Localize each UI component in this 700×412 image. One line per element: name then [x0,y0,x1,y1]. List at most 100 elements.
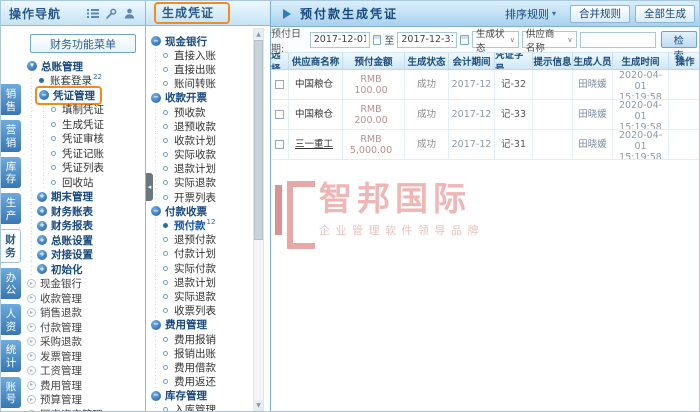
status-select[interactable]: 生成状态 ∨ [471,29,519,54]
module-tab[interactable]: 账号 [1,376,21,408]
column-header[interactable]: 操作 [669,53,699,69]
scroll-up-icon[interactable]: ▲ [254,29,263,39]
tree-item[interactable]: 费用管理 [146,318,270,332]
tree-item[interactable]: 采购退款 [22,335,145,350]
module-tab[interactable]: 营销 [1,120,21,152]
tree-item[interactable]: 报销出账 [146,346,270,361]
calendar-icon[interactable] [460,34,469,45]
tree-item[interactable]: 预算管理 [22,393,145,408]
tree-item[interactable]: 凭证审核 [22,131,145,146]
tree-item[interactable]: 财务报表 [22,218,145,233]
tree-item[interactable]: 实际退款 [146,289,270,304]
tree-item[interactable]: 退款计划 [146,161,270,176]
sort-rule-dropdown[interactable]: 排序规则 ▾ [505,6,556,22]
tree-item[interactable]: 预收款 [146,104,270,120]
tree-item[interactable]: 生成凭证 [22,117,145,132]
list-icon[interactable] [87,8,99,18]
module-tab[interactable]: 统计 [1,340,21,372]
content-panel: 预付款生成凭证 排序规则 ▾ 合并规则 全部生成 预付日期: 至 生成状态 ∨ … [271,1,699,411]
tree-item[interactable]: 账间转账 [146,76,270,91]
tree-item[interactable]: 收款开票 [146,91,270,105]
merge-rule-button[interactable]: 合并规则 [570,4,630,23]
row-checkbox[interactable] [275,140,284,149]
column-header[interactable]: 生成时间 [613,53,669,69]
period-cell: 2017-12 [449,130,495,159]
scrollbar[interactable]: ▲ ▼ [253,28,264,411]
module-tab[interactable]: 财务 [1,229,21,263]
supplier-cell[interactable]: 中国粮仓 [289,70,343,99]
tree-item[interactable]: 退预收款 [146,119,270,134]
row-checkbox[interactable] [275,80,284,89]
tree-item[interactable]: 实际收款 [146,147,270,162]
module-tab[interactable]: 人资 [1,303,21,336]
tree-item[interactable]: 总账管理 [22,59,145,74]
tree-item[interactable]: 费用借款 [146,360,270,375]
column-header[interactable]: 预付金额 [343,53,405,69]
user-icon[interactable] [124,8,135,19]
tree-item[interactable]: 凭证管理 [22,85,145,105]
column-header[interactable]: 生成状态 [405,53,449,69]
tree-item[interactable]: 总账设置 [22,233,145,248]
module-tab[interactable]: 办公 [1,267,21,299]
tree-item[interactable]: 固定资产管理 [22,407,145,411]
tree-item[interactable]: 现金银行 [22,277,145,292]
tree-item[interactable]: 现金银行 [146,34,270,48]
tree-item[interactable]: 费用报销 [146,331,270,347]
tree-item[interactable]: 预付款 12 [146,218,270,233]
tree-item[interactable]: 退款计划 [146,275,270,290]
tree-item[interactable]: 期末管理 [22,189,145,204]
calendar-icon[interactable] [372,34,382,45]
scroll-down-icon[interactable]: ▼ [254,400,263,410]
column-header[interactable]: 提示信息 [533,53,573,69]
tree-item[interactable]: 对接设置 [22,247,145,262]
column-header[interactable]: 会计期间 [449,53,495,69]
supplier-cell[interactable]: 三一重工 [289,130,343,159]
date-to-input[interactable] [397,31,458,48]
wrench-icon[interactable] [106,8,117,19]
tree-item[interactable]: 凭证记账 [22,146,145,161]
module-tab[interactable]: 库存 [1,156,21,188]
tree-node-icon [163,237,168,243]
finance-menu-button[interactable]: 财务功能菜单 [30,34,136,53]
tree-item[interactable]: 库存管理 [146,389,270,403]
supplier-cell[interactable]: 中国粮仓 [289,100,343,129]
tree-item[interactable]: 付款计划 [146,246,270,261]
column-header[interactable]: 生成人员 [573,53,613,69]
module-tab[interactable]: 销售 [1,84,21,116]
tree-item[interactable]: 收票列表 [146,303,270,318]
tree-item[interactable]: 财务账表 [22,204,145,219]
tree-item[interactable]: 初始化 [22,262,145,277]
column-header[interactable]: 选择 [271,53,289,69]
tree-item[interactable]: 费用返还 [146,374,270,389]
generate-all-button[interactable]: 全部生成 [635,4,695,23]
tree-item[interactable]: 入库管理 [146,402,270,411]
keyword-input[interactable] [579,31,656,48]
tree-item[interactable]: 收款计划 [146,133,270,148]
tree-item[interactable]: 发票管理 [22,349,145,364]
tree-item[interactable]: 收款管理 [22,291,145,306]
tree-item[interactable]: 费用管理 [22,378,145,393]
column-header[interactable]: 凭证字号 [495,53,533,69]
tree-item[interactable]: 凭证列表 [22,160,145,175]
tree-item[interactable]: 工资管理 [22,364,145,379]
row-checkbox[interactable] [275,110,284,119]
tree-node-icon [37,235,47,246]
tree-item[interactable]: 实际退款 [146,175,270,191]
tree-item[interactable]: 付款收票 [146,204,270,218]
tree-item[interactable]: 开票列表 [146,190,270,205]
module-tab[interactable]: 生产 [1,192,21,225]
tree-item[interactable]: 退预付款 [146,232,270,247]
panel-collapse-handle[interactable]: ◂ [146,173,153,201]
tree-item[interactable]: 直接出账 [146,62,270,77]
tree-item[interactable]: 付款管理 [22,320,145,335]
search-button[interactable]: 检索 [660,31,697,62]
tree-item[interactable]: 销售退款 [22,306,145,321]
tree-item[interactable]: 实际付款 [146,261,270,276]
scrollbar-thumb[interactable] [254,40,263,240]
tree-item[interactable]: 回收站 [22,175,145,190]
date-from-input[interactable] [309,31,370,48]
column-header[interactable]: 供应商名称 [289,53,343,69]
tree-item[interactable]: 直接入账 [146,48,270,63]
supplier-select[interactable]: 供应商名称 ∨ [521,29,577,54]
tree-node-icon [27,279,36,289]
